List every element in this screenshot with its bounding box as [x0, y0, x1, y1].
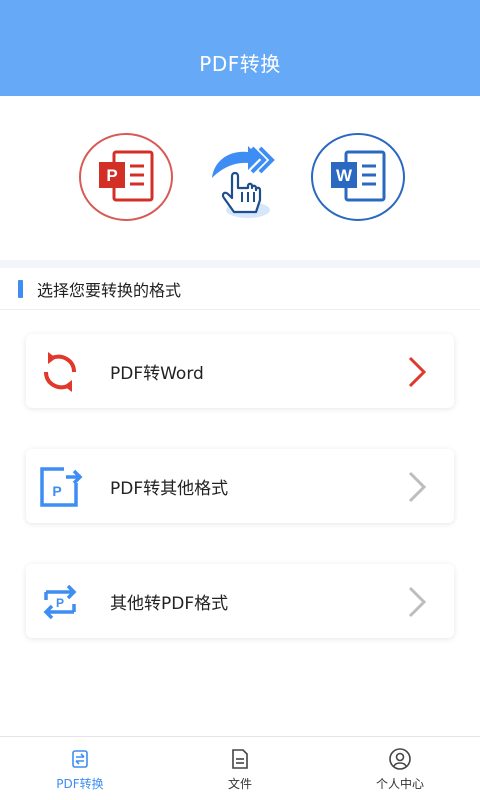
chevron-right-icon [408, 356, 427, 388]
swipe-hand-arrow-icon [212, 146, 275, 218]
swap-pdf-icon: P [43, 584, 77, 620]
bottom-tab-bar: PDF转换 文件 个人中心 [0, 736, 480, 800]
ppt-letter: P [106, 166, 117, 185]
option-label: PDF转Word [110, 363, 204, 384]
word-file-icon: W [311, 133, 405, 221]
word-letter: W [336, 166, 353, 185]
svg-text:P: P [52, 483, 61, 499]
powerpoint-file-icon: P [79, 133, 173, 221]
page-title: PDF转换 [199, 51, 281, 76]
section-accent-bar [18, 279, 23, 298]
option-other-to-pdf[interactable]: P 其他转PDF格式 [26, 564, 454, 638]
section-header: 选择您要转换的格式 [0, 268, 480, 310]
pdf-export-icon: P [40, 467, 83, 507]
tab-files[interactable]: 文件 [160, 737, 320, 800]
section-title: 选择您要转换的格式 [37, 280, 182, 300]
profile-icon [389, 748, 411, 770]
svg-text:P: P [56, 596, 64, 610]
tab-label: 文件 [227, 777, 252, 791]
option-label: 其他转PDF格式 [110, 593, 229, 614]
conversion-hero: P W [0, 96, 480, 260]
app-header: PDF转换 [0, 0, 480, 96]
chevron-right-icon [408, 471, 427, 503]
chevron-right-icon [408, 586, 427, 618]
file-icon [232, 749, 248, 769]
convert-icon [72, 750, 88, 768]
tab-profile[interactable]: 个人中心 [320, 737, 480, 800]
tab-pdf-convert[interactable]: PDF转换 [0, 737, 160, 800]
option-pdf-to-other[interactable]: P PDF转其他格式 [26, 449, 454, 523]
tab-label: 个人中心 [375, 777, 424, 791]
option-pdf-to-word[interactable]: PDF转Word [26, 334, 454, 408]
section-divider [0, 260, 480, 268]
convert-cycle-icon [44, 352, 76, 392]
tab-label: PDF转换 [56, 777, 104, 791]
option-label: PDF转其他格式 [110, 478, 229, 499]
